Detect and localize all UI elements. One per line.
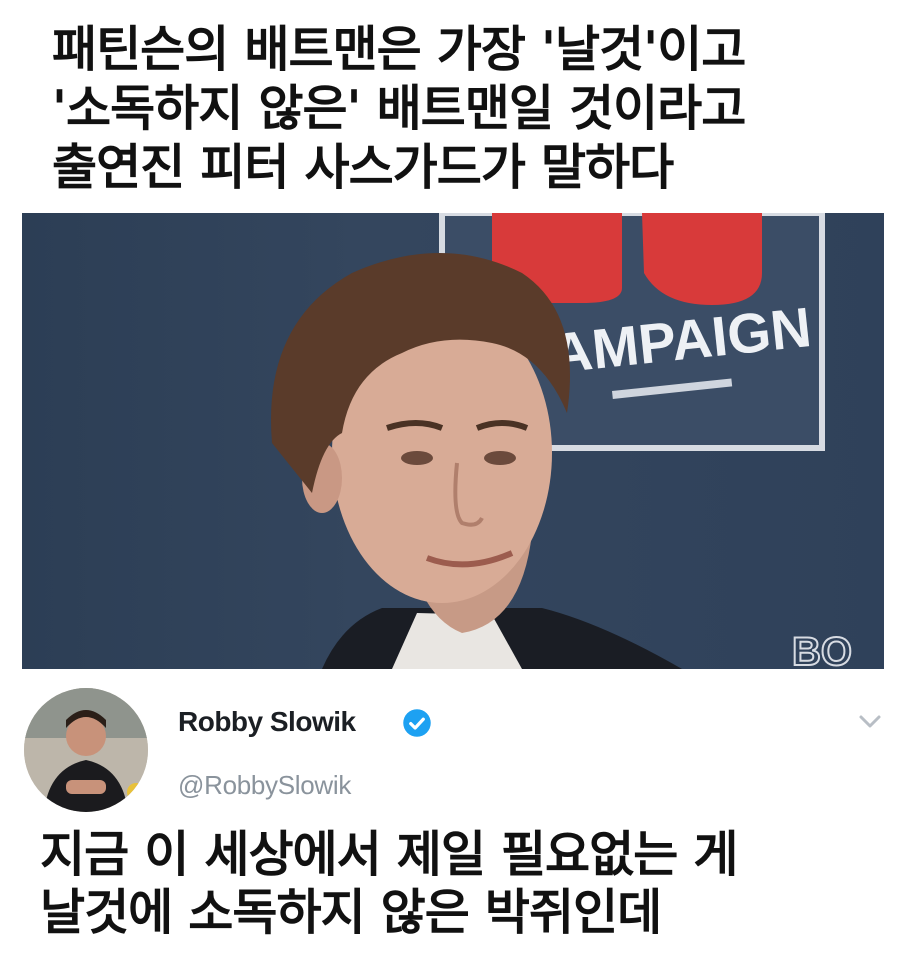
avatar-image — [24, 688, 148, 812]
headline-line-2: '소독하지 않은' 배트맨일 것이라고 — [52, 80, 746, 137]
headline-line-1: 패틴슨의 배트맨은 가장 '날것'이고 — [52, 21, 746, 78]
tweet-author-handle[interactable]: @RobbySlowik — [178, 770, 351, 801]
headline: 패틴슨의 배트맨은 가장 '날것'이고 '소독하지 않은' 배트맨일 것이라고 … — [52, 20, 872, 197]
headline-line-3: 출연진 피터 사스가드가 말하다 — [52, 139, 674, 196]
tweet-author-name[interactable]: Robby Slowik — [178, 706, 356, 738]
photo-illustration: AMPAIGN BO — [271, 213, 853, 669]
caption-line-2: 날것에 소독하지 않은 박쥐인데 — [40, 884, 662, 941]
news-photo: AMPAIGN BO — [22, 213, 884, 669]
caption-line-1: 지금 이 세상에서 제일 필요없는 게 — [40, 826, 738, 883]
backdrop-corner-text: BO — [792, 630, 852, 669]
left-eye — [401, 451, 433, 465]
verified-badge-icon — [403, 709, 431, 737]
avatar[interactable] — [24, 688, 148, 812]
chevron-down-icon[interactable] — [858, 714, 882, 730]
right-eye — [484, 451, 516, 465]
caption: 지금 이 세상에서 제일 필요없는 게 날것에 소독하지 않은 박쥐인데 — [40, 826, 880, 942]
